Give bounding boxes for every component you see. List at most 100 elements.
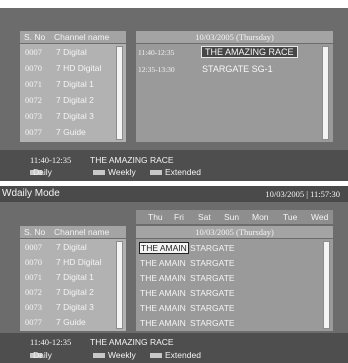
channel-list: 0007 7 Digital 0070 7 HD Digital 0071 7 …	[20, 44, 126, 142]
mode-title-bar: Wdaily Mode 10/03/2005 | 11:57:30	[0, 186, 348, 202]
channel-row[interactable]: 0073 7 Digital 3	[20, 299, 126, 314]
channel-name: 7 HD Digital	[56, 257, 102, 267]
channel-name: 7 Digital 2	[56, 95, 94, 105]
day-label[interactable]: Fri	[174, 212, 184, 222]
day-label[interactable]: Thu	[148, 212, 163, 222]
program-grid-row: THE AMAIN STARGATE	[138, 301, 334, 315]
event-time: 11:40-12:35	[138, 48, 175, 57]
day-label[interactable]: Tue	[283, 212, 297, 222]
channel-row[interactable]: 0077 7 Guide	[20, 314, 126, 329]
date-label: 10/03/2005 (Thursday)	[195, 227, 274, 237]
status-time: 11:40-12:35	[30, 155, 72, 165]
channel-row[interactable]: 0071 7 Digital 1	[20, 269, 126, 284]
extended-legend[interactable]: Extended	[165, 350, 201, 360]
program-grid-row: THE AMAIN STARGATE	[138, 286, 334, 300]
channel-list-scrollbar[interactable]	[116, 46, 123, 140]
extended-legend[interactable]: Extended	[165, 167, 201, 177]
col-sno-label: S. No	[24, 227, 46, 237]
channel-number: 0070	[25, 257, 42, 267]
event-title-selected[interactable]: THE AMAZING RACE	[201, 46, 298, 58]
channel-row[interactable]: 0072 7 Digital 2	[20, 284, 126, 299]
channel-list: 0007 7 Digital 0070 7 HD Digital 0071 7 …	[20, 239, 126, 331]
epg-weekly-screen: Wdaily Mode 10/03/2005 | 11:57:30 Thu Fr…	[0, 186, 348, 363]
program-cell[interactable]: THE AMAIN	[140, 303, 186, 313]
date-header: 10/03/2005 (Thursday)	[136, 226, 333, 238]
day-label[interactable]: Sat	[198, 212, 211, 222]
program-cell[interactable]: STARGATE	[190, 288, 235, 298]
channel-number: 0077	[25, 127, 42, 137]
channel-row[interactable]: 0007 7 Digital	[20, 44, 126, 60]
status-title: THE AMAZING RACE	[90, 155, 174, 165]
day-label[interactable]: Wed	[311, 212, 328, 222]
channel-number: 0072	[25, 287, 42, 297]
channel-number: 0072	[25, 95, 42, 105]
program-grid-row: THE AMAIN STARGATE	[138, 256, 334, 270]
channel-number: 0071	[25, 272, 42, 282]
channel-name: 7 Digital	[56, 242, 87, 252]
channel-row[interactable]: 0070 7 HD Digital	[20, 60, 126, 76]
daily-legend[interactable]: Daily	[33, 167, 52, 177]
channel-row[interactable]: 0070 7 HD Digital	[20, 254, 126, 269]
channel-name: 7 HD Digital	[56, 63, 102, 73]
date-header: 10/03/2005 (Thursday)	[136, 31, 333, 43]
event-title[interactable]: STARGATE SG-1	[202, 64, 273, 74]
event-time: 12:35-13:30	[138, 65, 175, 74]
channel-row[interactable]: 0073 7 Digital 3	[20, 108, 126, 124]
channel-row[interactable]: 0077 7 Guide	[20, 124, 126, 140]
status-title: THE AMAZING RACE	[90, 337, 174, 347]
day-label[interactable]: Mon	[252, 212, 269, 222]
channel-number: 0073	[25, 302, 42, 312]
program-cell[interactable]: THE AMAIN	[140, 318, 186, 328]
program-cell[interactable]: THE AMAIN	[140, 288, 186, 298]
clock: 10/03/2005 | 11:57:30	[265, 189, 340, 199]
program-cell[interactable]: STARGATE	[190, 258, 235, 268]
channel-row[interactable]: 0072 7 Digital 2	[20, 92, 126, 108]
program-cell[interactable]: THE AMAIN	[140, 273, 186, 283]
channel-row[interactable]: 0071 7 Digital 1	[20, 76, 126, 92]
program-cell[interactable]: STARGATE	[190, 243, 235, 253]
channel-name: 7 Guide	[56, 317, 86, 327]
channel-list-header: S. No Channel name	[20, 31, 126, 43]
program-cell[interactable]: STARGATE	[190, 303, 235, 313]
col-sno-label: S. No	[24, 32, 46, 42]
channel-number: 0071	[25, 79, 42, 89]
day-label[interactable]: Sun	[224, 212, 239, 222]
channel-name: 7 Digital 1	[56, 272, 94, 282]
channel-name: 7 Guide	[56, 127, 86, 137]
program-list-scrollbar[interactable]	[322, 46, 329, 140]
channel-list-header: S. No Channel name	[20, 226, 126, 238]
daily-legend[interactable]: Daily	[33, 350, 52, 360]
channel-number: 0070	[25, 63, 42, 73]
channel-name: 7 Digital 3	[56, 111, 94, 121]
channel-name: 7 Digital 3	[56, 302, 94, 312]
channel-number: 0077	[25, 317, 42, 327]
epg-daily-screen: S. No Channel name 0007 7 Digital 0070 7…	[0, 8, 348, 181]
channel-list-scrollbar[interactable]	[116, 241, 123, 329]
mode-title: Wdaily Mode	[2, 188, 60, 199]
col-channel-name-label: Channel name	[54, 32, 110, 42]
channel-row[interactable]: 0007 7 Digital	[20, 239, 126, 254]
weekly-legend-icon	[93, 353, 105, 358]
program-cell[interactable]: STARGATE	[190, 318, 235, 328]
program-cell[interactable]: STARGATE	[190, 273, 235, 283]
weekly-legend[interactable]: Weekly	[108, 350, 136, 360]
extended-legend-icon	[150, 170, 162, 175]
status-bar: 11:40-12:35 THE AMAZING RACE Daily Weekl…	[0, 333, 348, 363]
extended-legend-icon	[150, 353, 162, 358]
program-grid-row: THE AMAIN STARGATE	[138, 271, 334, 285]
program-cell-selected[interactable]: THE AMAIN	[139, 242, 189, 254]
program-grid-row: THE AMAIN STARGATE	[138, 241, 334, 255]
col-channel-name-label: Channel name	[54, 227, 110, 237]
status-time: 11:40-12:35	[30, 337, 72, 347]
program-cell[interactable]: THE AMAIN	[140, 258, 186, 268]
channel-name: 7 Digital 2	[56, 287, 94, 297]
channel-number: 0007	[25, 242, 42, 252]
weekly-legend-icon	[93, 170, 105, 175]
weekly-legend[interactable]: Weekly	[108, 167, 136, 177]
channel-number: 0007	[25, 47, 42, 57]
channel-name: 7 Digital 1	[56, 79, 94, 89]
status-bar: 11:40-12:35 THE AMAZING RACE Daily Weekl…	[0, 150, 348, 181]
channel-number: 0073	[25, 111, 42, 121]
channel-name: 7 Digital	[56, 47, 87, 57]
program-list: 11:40-12:35 THE AMAZING RACE 12:35-13:30…	[136, 44, 333, 142]
